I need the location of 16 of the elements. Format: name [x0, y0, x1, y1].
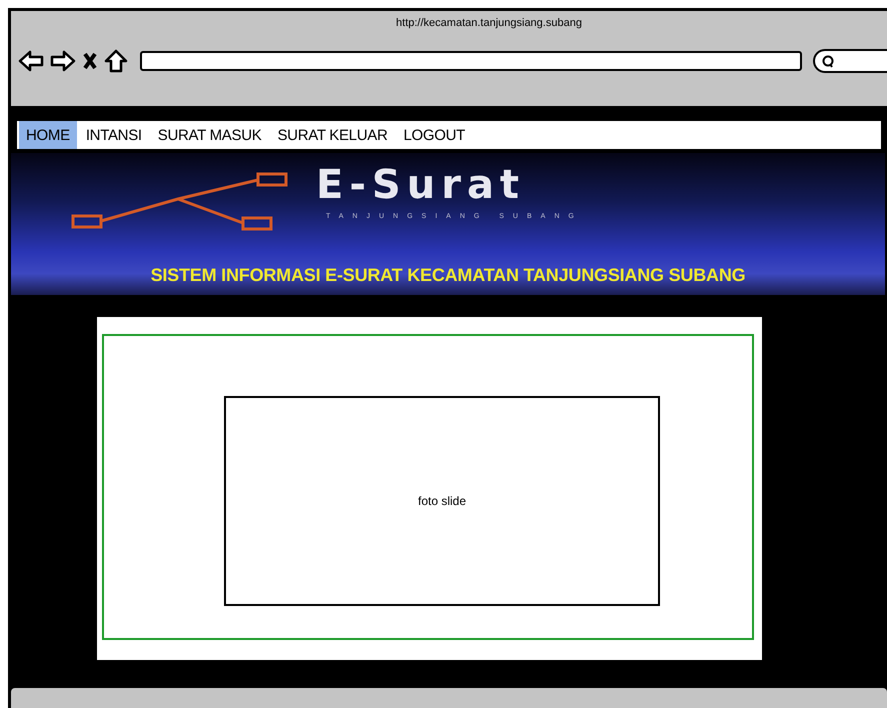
url-text: http://kecamatan.tanjungsiang.subang	[395, 16, 583, 31]
back-icon[interactable]	[18, 49, 44, 73]
close-icon[interactable]	[82, 50, 98, 72]
menu-item[interactable]: LOGOUT	[396, 121, 472, 149]
logo-text: E-Surat	[316, 165, 526, 205]
menu-item[interactable]: INTANSI	[78, 121, 149, 149]
search-icon	[822, 54, 834, 68]
menu-item[interactable]: SURAT MASUK	[150, 121, 268, 149]
forward-icon[interactable]	[50, 49, 76, 73]
home-icon[interactable]	[104, 49, 128, 73]
placeholder-label: foto slide	[418, 494, 466, 508]
address-field[interactable]	[140, 51, 802, 71]
menu-item[interactable]: SURAT KELUAR	[270, 121, 394, 149]
menu-item[interactable]: HOME	[19, 121, 77, 149]
banner-heading: SISTEM INFORMASI E-SURAT KECAMATAN TANJUNGSIANG SUBANG	[150, 265, 746, 286]
search-field[interactable]	[813, 49, 887, 73]
